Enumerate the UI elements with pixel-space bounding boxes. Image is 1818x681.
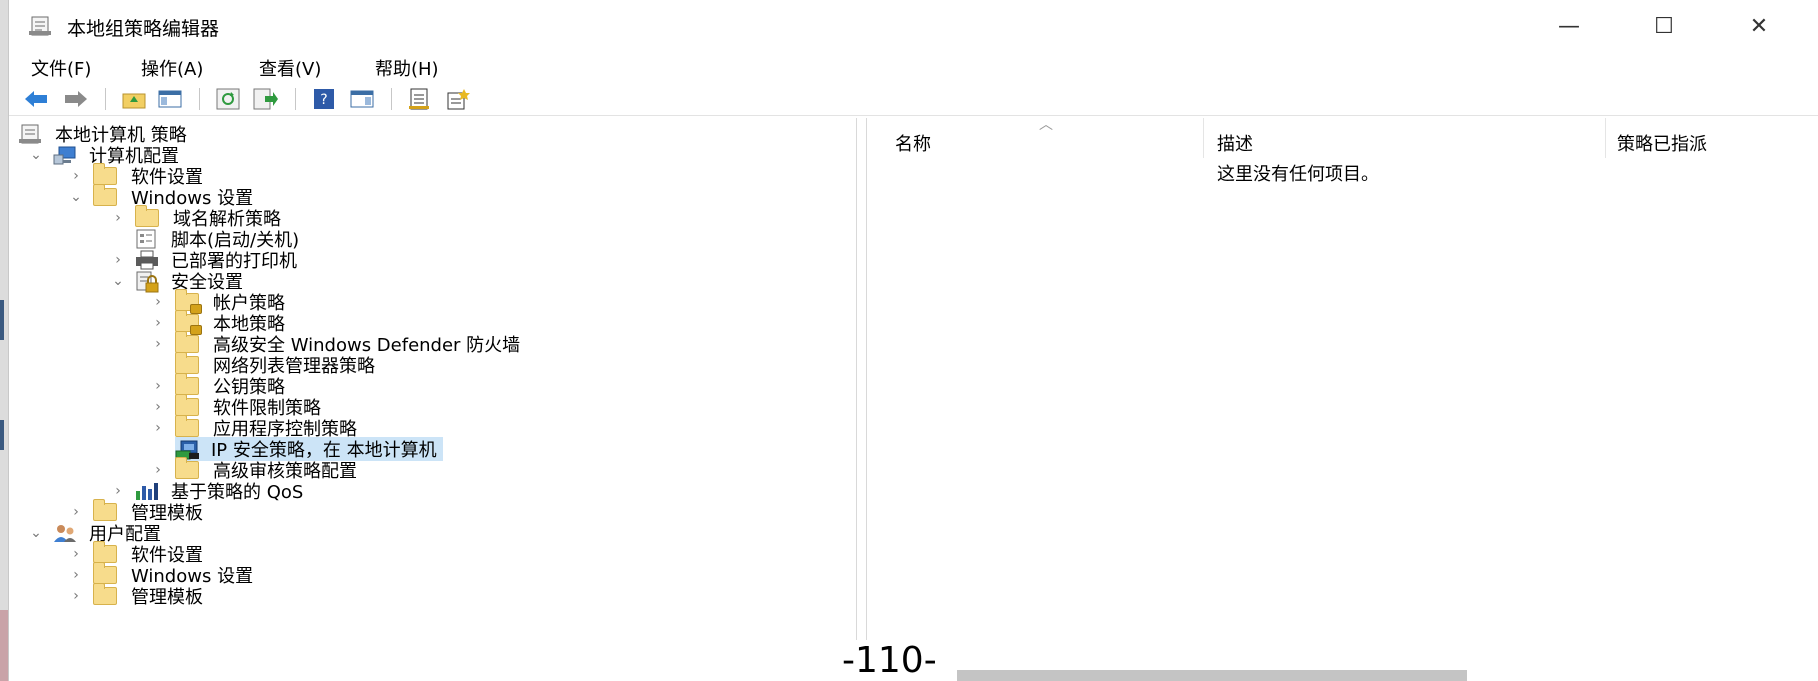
refresh-icon[interactable] [215,86,241,112]
sort-ascending-icon: ︿ [1039,117,1053,133]
chevron-down-icon[interactable]: ⌄ [67,189,85,205]
user-icon [53,523,77,543]
toolbar-separator [105,88,106,110]
chevron-right-icon[interactable]: › [67,504,85,520]
chevron-right-icon[interactable]: › [67,567,85,583]
menu-view[interactable]: 查看(V) [259,55,321,81]
toolbar: ? [9,82,1818,116]
folder-icon [93,499,117,521]
console-tree: 本地计算机 策略 ⌄ 计算机配置 › 软件设置 ⌄ Windows 设置 › 域… [9,118,857,681]
column-separator[interactable] [1605,118,1606,158]
chevron-right-icon[interactable]: › [67,546,85,562]
close-button[interactable]: ✕ [1714,6,1804,46]
tree-item-user-admin-templates[interactable]: › 管理模板 [67,583,203,608]
back-arrow-icon[interactable] [23,86,49,112]
window-title: 本地组策略编辑器 [67,18,220,40]
chevron-right-icon[interactable]: › [149,336,167,352]
new-policy-icon[interactable] [445,86,471,112]
printer-icon [135,250,159,270]
chevron-right-icon[interactable]: › [67,168,85,184]
column-header-description[interactable]: 描述 [1217,130,1253,156]
security-settings-icon [135,271,159,293]
folder-icon [93,583,117,605]
page-number: -110- [838,640,941,681]
menu-bar: 文件(F) 操作(A) 查看(V) 帮助(H) [9,52,1818,82]
toolbar-separator [295,88,296,110]
edge-marker [0,420,4,450]
chevron-right-icon[interactable]: › [149,399,167,415]
folder-icon [175,415,199,437]
chevron-right-icon[interactable]: › [149,294,167,310]
forward-arrow-icon[interactable] [63,86,89,112]
qos-chart-icon [135,481,159,501]
minimize-button[interactable]: — [1524,6,1614,46]
chevron-down-icon[interactable]: ⌄ [27,147,45,163]
folder-icon [93,562,117,584]
svg-text:?: ? [320,92,327,108]
tree-item-label: 管理模板 [131,587,203,608]
horizontal-scrollbar-thumb[interactable] [957,670,1467,681]
edge-background [0,610,8,681]
folder-icon [135,205,159,227]
properties-icon[interactable] [407,86,433,112]
chevron-right-icon[interactable]: › [109,252,127,268]
maximize-button[interactable]: ☐ [1619,6,1709,46]
menu-help[interactable]: 帮助(H) [375,55,439,81]
folder-icon [175,352,199,374]
folder-icon [93,184,117,206]
folder-icon [175,373,199,395]
details-pane: 名称 ︿ 描述 策略已指派 这里没有任何项目。 [866,117,1818,681]
up-folder-icon[interactable] [121,86,147,112]
help-icon[interactable]: ? [311,86,337,112]
export-list-icon[interactable] [253,86,279,112]
edge-marker [0,300,4,340]
left-edge-strip [0,0,8,681]
script-icon [135,229,159,249]
chevron-right-icon[interactable]: › [149,315,167,331]
chevron-down-icon[interactable]: ⌄ [109,273,127,289]
locked-folder-icon [175,289,202,314]
empty-list-message: 这里没有任何项目。 [1217,164,1379,185]
ip-security-icon [175,439,199,460]
menu-action[interactable]: 操作(A) [141,55,203,81]
toolbar-separator [391,88,392,110]
locked-folder-icon [175,310,202,335]
chevron-right-icon[interactable]: › [109,483,127,499]
gpedit-app-icon [29,16,51,36]
column-separator[interactable] [1203,118,1204,158]
toolbar-separator [199,88,200,110]
folder-icon [175,457,199,479]
folder-icon [93,163,117,185]
folder-icon [175,331,199,353]
chevron-right-icon[interactable]: › [149,420,167,436]
column-header-name[interactable]: 名称 [895,130,931,156]
column-header-policy-assigned[interactable]: 策略已指派 [1617,130,1707,156]
title-bar[interactable]: 本地组策略编辑器 — ☐ ✕ [9,0,1818,52]
folder-icon [93,541,117,563]
show-action-pane-icon[interactable] [349,86,375,112]
show-hide-tree-icon[interactable] [157,86,183,112]
group-policy-editor-window: 本地组策略编辑器 — ☐ ✕ 文件(F) 操作(A) 查看(V) 帮助(H) ?… [8,0,1818,681]
chevron-right-icon[interactable]: › [149,378,167,394]
chevron-right-icon[interactable]: › [109,210,127,226]
policy-document-icon [19,124,43,144]
chevron-down-icon[interactable]: ⌄ [27,525,45,541]
menu-file[interactable]: 文件(F) [31,55,91,81]
chevron-right-icon[interactable]: › [149,462,167,478]
computer-icon [53,145,77,165]
folder-icon [175,394,199,416]
chevron-right-icon[interactable]: › [67,588,85,604]
